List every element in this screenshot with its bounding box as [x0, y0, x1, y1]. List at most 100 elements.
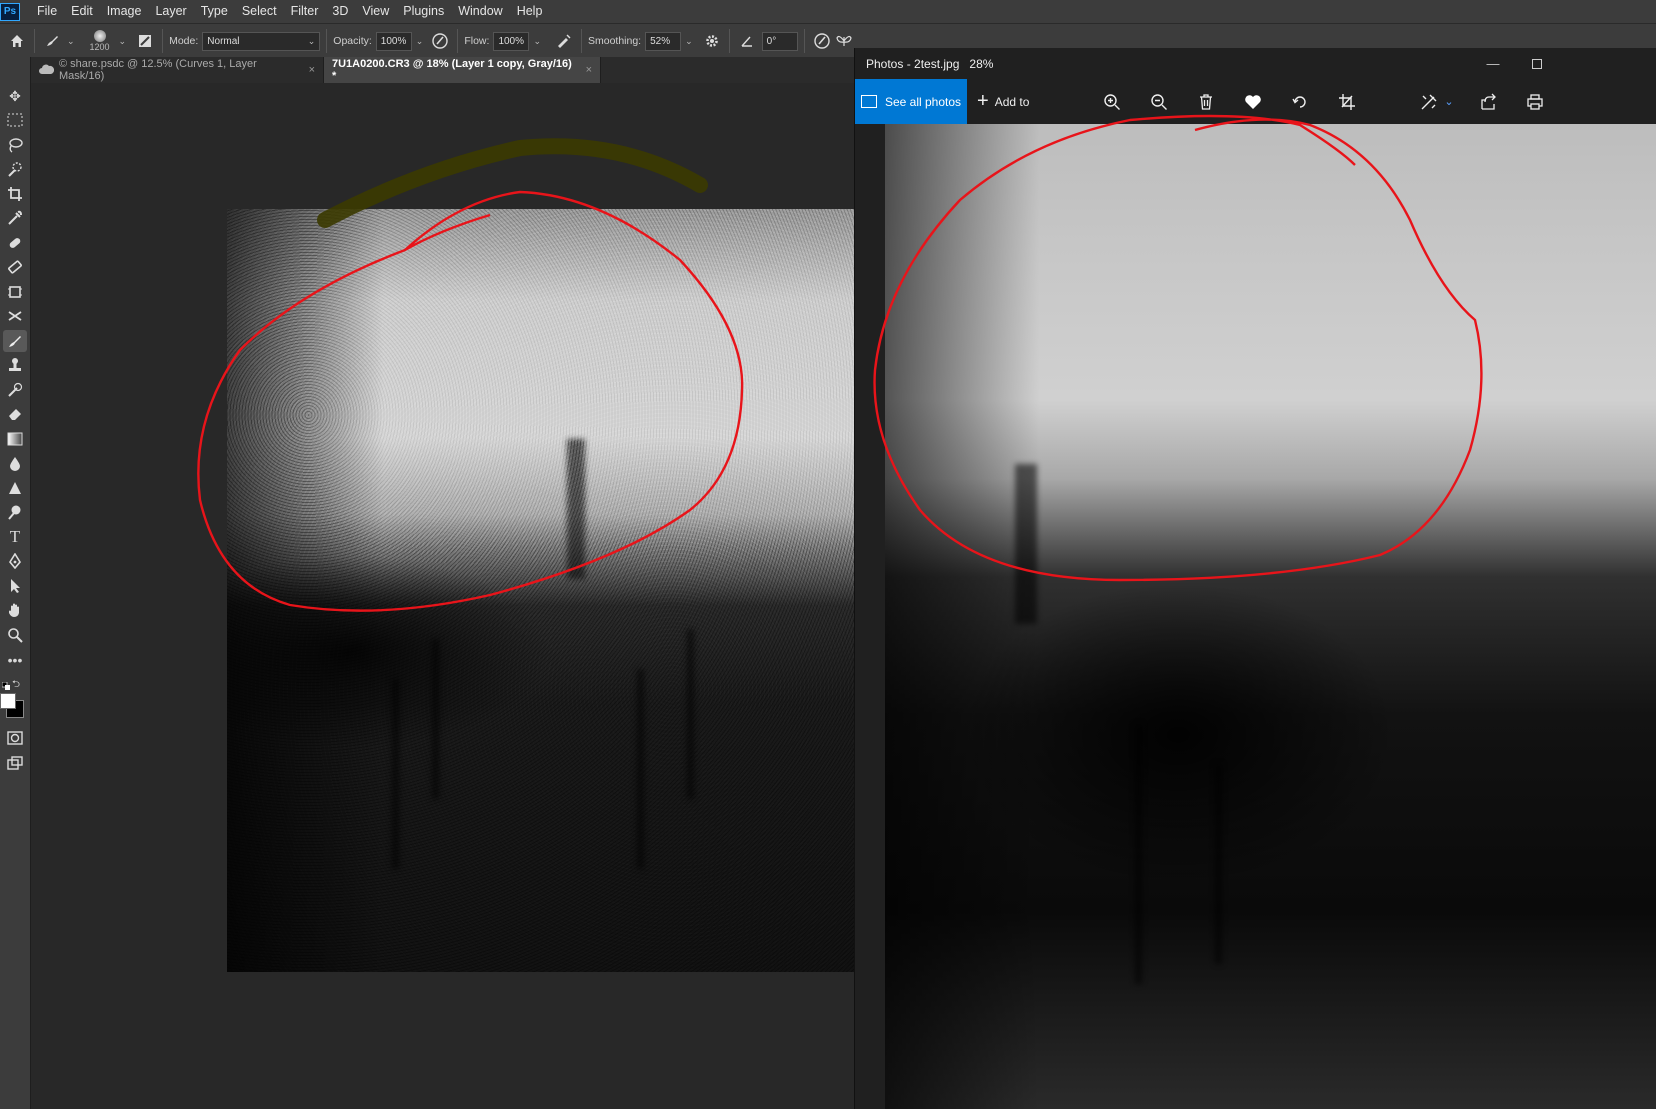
path-select-icon[interactable]: [3, 575, 27, 597]
menu-view[interactable]: View: [355, 0, 396, 23]
see-all-photos-label: See all photos: [884, 94, 962, 109]
image-detail: [1135, 724, 1142, 984]
menu-layer[interactable]: Layer: [148, 0, 193, 23]
divider: [728, 29, 730, 53]
photo-viewer-image[interactable]: [885, 124, 1656, 1109]
print-icon[interactable]: [1517, 79, 1553, 124]
quick-select-icon[interactable]: [3, 158, 27, 180]
chevron-down-icon[interactable]: ⌄: [533, 36, 541, 47]
close-icon[interactable]: ×: [586, 64, 592, 76]
add-to-label: Add to: [994, 94, 1030, 109]
image-detail: [1215, 764, 1222, 964]
divider: [34, 29, 35, 53]
menu-plugins[interactable]: Plugins: [396, 0, 451, 23]
add-to-button[interactable]: + Add to: [977, 79, 1029, 124]
healing-icon[interactable]: [3, 232, 27, 254]
brush-tip-icon: [93, 30, 106, 42]
marquee-icon[interactable]: [3, 109, 27, 131]
mode-select[interactable]: Normal ⌄: [202, 31, 321, 51]
delete-icon[interactable]: [1188, 79, 1224, 124]
airbrush-icon[interactable]: [553, 30, 575, 52]
crop-icon[interactable]: [1329, 79, 1365, 124]
frame-icon[interactable]: [3, 281, 27, 303]
menu-image[interactable]: Image: [100, 0, 149, 23]
crop-icon[interactable]: [3, 183, 27, 205]
screen-mode-icon[interactable]: [3, 752, 27, 774]
zoom-out-icon[interactable]: [1141, 79, 1177, 124]
hand-icon[interactable]: [3, 599, 27, 621]
chevron-down-icon[interactable]: ⌄: [416, 36, 424, 47]
flow-input[interactable]: 100%: [493, 31, 530, 51]
menu-filter[interactable]: Filter: [284, 0, 326, 23]
brush-size-picker[interactable]: 1200: [85, 30, 115, 52]
document-tab-active[interactable]: 7U1A0200.CR3 @ 18% (Layer 1 copy, Gray/1…: [324, 57, 601, 83]
move-icon[interactable]: ✥: [3, 85, 27, 107]
share-icon[interactable]: [1471, 79, 1507, 124]
zoom-level: 28%: [969, 56, 994, 71]
cloud-icon: [39, 64, 55, 77]
eraser-icon[interactable]: [3, 403, 27, 425]
menu-type[interactable]: Type: [194, 0, 235, 23]
chevron-down-icon[interactable]: ⌄: [67, 36, 75, 47]
window-title: Photos - 2test.jpg: [866, 56, 960, 71]
tools-panel: ✥ T ••• ⮌: [0, 57, 31, 1109]
image-detail: [1015, 464, 1037, 624]
menu-window[interactable]: Window: [451, 0, 509, 23]
zoom-in-icon[interactable]: [1094, 79, 1130, 124]
document-image[interactable]: [227, 209, 854, 972]
divider: [326, 29, 328, 53]
document-tabs: © share.psdc @ 12.5% (Curves 1, Layer Ma…: [31, 57, 854, 83]
see-all-photos-button[interactable]: See all photos: [855, 79, 967, 124]
zoom-icon[interactable]: [3, 624, 27, 646]
pressure-size-icon[interactable]: [811, 30, 833, 52]
photos-toolbar: See all photos + Add to ⌄: [855, 79, 1656, 124]
chevron-down-icon[interactable]: ⌄: [119, 36, 127, 47]
quick-mask-icon[interactable]: [3, 727, 27, 749]
brush-settings-icon[interactable]: [134, 30, 156, 52]
angle-input[interactable]: 0°: [761, 31, 798, 51]
swap-colors-icon[interactable]: ⮌: [12, 677, 20, 694]
heart-icon[interactable]: [1235, 79, 1271, 124]
brush-preset-icon[interactable]: [41, 30, 63, 52]
type-icon[interactable]: T: [3, 526, 27, 548]
chevron-down-icon[interactable]: ⌄: [685, 36, 693, 47]
menu-file[interactable]: File: [30, 0, 64, 23]
blur-icon[interactable]: [3, 452, 27, 474]
flow-label: Flow:: [464, 35, 490, 47]
smoothing-settings-gear-icon[interactable]: [701, 30, 723, 52]
minimize-icon[interactable]: —: [1471, 48, 1515, 79]
chevron-down-icon[interactable]: ⌄: [1439, 79, 1459, 124]
sharpen-icon[interactable]: [3, 477, 27, 499]
opacity-input[interactable]: 100%: [375, 31, 412, 51]
photos-app-window: Photos - 2test.jpg 28% — See all photos …: [854, 48, 1656, 1109]
pressure-opacity-icon[interactable]: [429, 30, 451, 52]
menu-select[interactable]: Select: [235, 0, 284, 23]
home-icon[interactable]: [6, 30, 28, 52]
brush-icon[interactable]: [3, 330, 27, 352]
divider: [580, 29, 582, 53]
menu-help[interactable]: Help: [510, 0, 550, 23]
close-icon[interactable]: ×: [309, 64, 315, 76]
lasso-icon[interactable]: [3, 134, 27, 156]
menu-edit[interactable]: Edit: [64, 0, 100, 23]
history-brush-icon[interactable]: [3, 379, 27, 401]
divider: [162, 29, 164, 53]
content-aware-icon[interactable]: [3, 305, 27, 327]
rotate-icon[interactable]: [1282, 79, 1318, 124]
pen-icon[interactable]: [3, 550, 27, 572]
document-canvas-area[interactable]: [31, 83, 854, 1109]
foreground-color-swatch[interactable]: [0, 693, 16, 709]
symmetry-butterfly-icon[interactable]: [833, 30, 855, 52]
document-tab[interactable]: © share.psdc @ 12.5% (Curves 1, Layer Ma…: [31, 57, 324, 83]
gradient-icon[interactable]: [3, 428, 27, 450]
stamp-icon[interactable]: [3, 354, 27, 376]
plus-icon: +: [977, 90, 989, 112]
more-icon[interactable]: •••: [3, 649, 27, 671]
menu-3d[interactable]: 3D: [325, 0, 355, 23]
dodge-icon[interactable]: [3, 501, 27, 523]
maximize-icon[interactable]: [1515, 48, 1559, 79]
eyedropper-icon[interactable]: [3, 207, 27, 229]
patch-icon[interactable]: [3, 256, 27, 278]
default-colors-icon[interactable]: [1, 677, 10, 690]
smoothing-input[interactable]: 52%: [645, 31, 682, 51]
